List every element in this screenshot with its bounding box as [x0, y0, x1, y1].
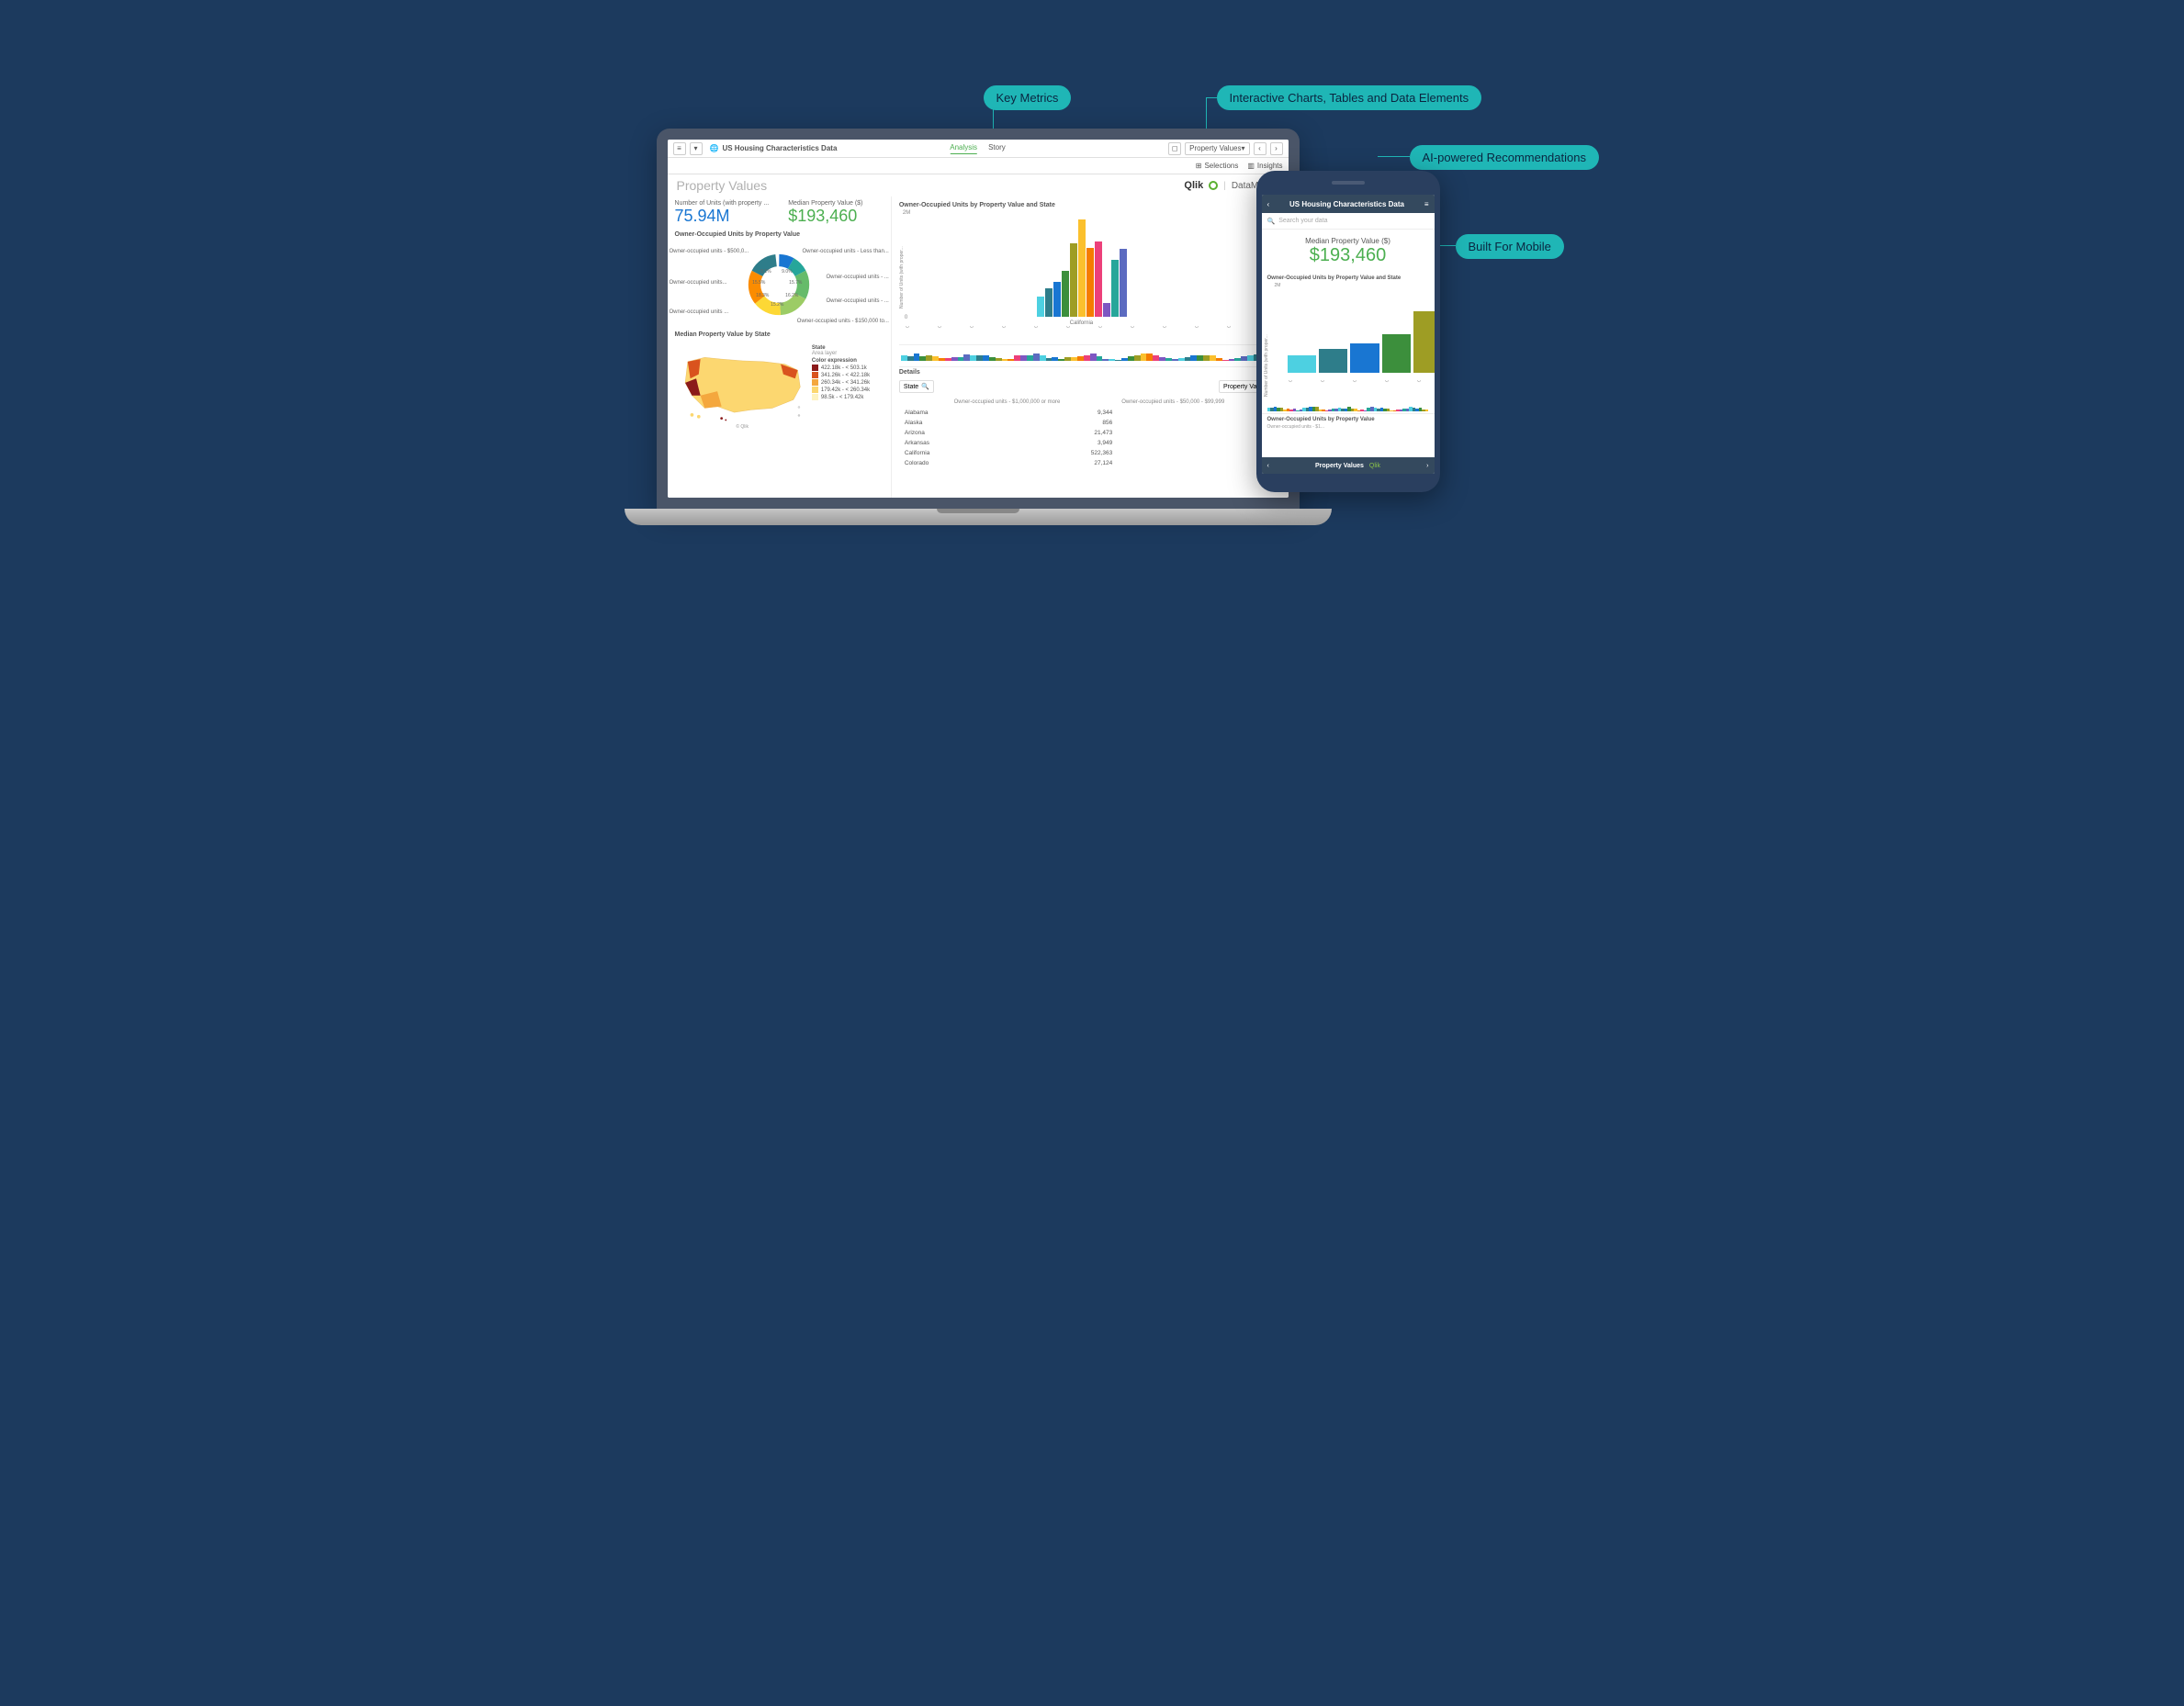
callout-interactive: Interactive Charts, Tables and Data Elem…: [1217, 85, 1482, 110]
bar-chart[interactable]: [905, 210, 1289, 320]
insights-icon: ▥: [1247, 162, 1255, 170]
callout-line: [1378, 156, 1410, 157]
table-row[interactable]: Alabama9,344: [901, 409, 1279, 417]
phone-title: US Housing Characteristics Data: [1289, 200, 1404, 208]
metric-value: $193,460: [788, 207, 884, 226]
search-icon: [1267, 218, 1276, 225]
map-title: Median Property Value by State: [675, 331, 884, 338]
tab-story[interactable]: Story: [988, 143, 1006, 154]
nav-next-icon[interactable]: ›: [1270, 142, 1283, 155]
metric-value: 75.94M: [675, 207, 771, 226]
phone-chart-title: Owner-Occupied Units by Property Value a…: [1262, 274, 1435, 283]
secondbar: ⊞ Selections ▥ Insights: [668, 158, 1289, 174]
selections-button[interactable]: ⊞ Selections: [1196, 162, 1239, 170]
metric-label: Median Property Value ($): [1266, 237, 1431, 245]
phone-metric[interactable]: Median Property Value ($) $193,460: [1262, 230, 1435, 274]
insights-button[interactable]: ▥ Insights: [1247, 162, 1282, 170]
phone-device: ‹ US Housing Characteristics Data ≡ Sear…: [1256, 171, 1440, 492]
phone-footer-title: Property Values: [1315, 463, 1364, 469]
tab-analysis[interactable]: Analysis: [950, 143, 977, 154]
table-row[interactable]: California522,36330: [901, 449, 1279, 457]
donut-chart[interactable]: Owner-occupied units - $500,0... Owner-o…: [675, 243, 884, 326]
sheets-dropdown[interactable]: Property Values ▾: [1185, 142, 1249, 155]
metric-units[interactable]: Number of Units (with property ... 75.94…: [675, 200, 771, 226]
filter-state[interactable]: State: [899, 380, 934, 393]
donut-title: Owner-Occupied Units by Property Value: [675, 231, 884, 238]
phone-bar-chart[interactable]: 2M: [1271, 283, 1435, 375]
nav-next-icon[interactable]: ›: [1426, 463, 1428, 469]
phone-footer-brand: Qlik: [1369, 463, 1380, 469]
table-row[interactable]: Alaska856: [901, 419, 1279, 427]
menu-icon[interactable]: ≡: [673, 142, 686, 155]
app-title: US Housing Characteristics Data: [722, 144, 837, 152]
phone-search[interactable]: Search your data: [1262, 213, 1435, 230]
laptop-base: [625, 509, 1332, 525]
phone-sparkline[interactable]: [1262, 398, 1435, 413]
svg-text:⊕: ⊕: [797, 414, 800, 418]
dashboard-app: ≡ ▾ 🌐 US Housing Characteristics Data An…: [668, 140, 1289, 498]
metric-label: Median Property Value ($): [788, 200, 884, 207]
table-row[interactable]: Colorado27,124: [901, 459, 1279, 467]
table-row[interactable]: Arizona21,4732: [901, 429, 1279, 437]
phone-section2-title: Owner-Occupied Units by Property Value: [1267, 417, 1429, 422]
back-icon[interactable]: ‹: [1267, 200, 1270, 208]
metric-value: $193,460: [1266, 245, 1431, 266]
callout-key-metrics: Key Metrics: [984, 85, 1072, 110]
search-icon: [921, 383, 929, 390]
phone-app: ‹ US Housing Characteristics Data ≡ Sear…: [1262, 195, 1435, 474]
dropdown-icon[interactable]: ▾: [690, 142, 703, 155]
sparkline-strip[interactable]: [899, 344, 1281, 363]
nav-prev-icon[interactable]: ‹: [1254, 142, 1266, 155]
bookmark-icon[interactable]: ◻: [1168, 142, 1181, 155]
laptop-device: ≡ ▾ 🌐 US Housing Characteristics Data An…: [657, 129, 1300, 525]
selections-icon: ⊞: [1196, 162, 1202, 170]
barchart-title: Owner-Occupied Units by Property Value a…: [899, 202, 1281, 208]
globe-icon: 🌐: [710, 144, 719, 152]
details-table[interactable]: Owner-occupied units - $1,000,000 or mor…: [899, 396, 1281, 469]
metric-label: Number of Units (with property ...: [675, 200, 771, 207]
table-row[interactable]: Arkansas3,949: [901, 439, 1279, 447]
map-chart[interactable]: ⊕ ⊖ © Qlik State Area layer Color expres…: [675, 343, 884, 431]
callout-line: [1206, 97, 1217, 98]
phone-section2-sub: Owner-occupied units - $1...: [1267, 424, 1429, 430]
menu-icon[interactable]: ≡: [1424, 200, 1429, 208]
details-title: Details: [899, 369, 1281, 376]
metric-median[interactable]: Median Property Value ($) $193,460: [788, 200, 884, 226]
svg-text:⊖: ⊖: [797, 406, 800, 410]
nav-prev-icon[interactable]: ‹: [1267, 463, 1269, 469]
callout-ai: AI-powered Recommendations: [1410, 145, 1599, 170]
phone-bottombar: ‹ Property Values Qlik ›: [1262, 457, 1435, 474]
page-title: Property Values: [677, 178, 768, 193]
app-topbar: ≡ ▾ 🌐 US Housing Characteristics Data An…: [668, 140, 1289, 158]
callout-mobile: Built For Mobile: [1456, 234, 1564, 259]
